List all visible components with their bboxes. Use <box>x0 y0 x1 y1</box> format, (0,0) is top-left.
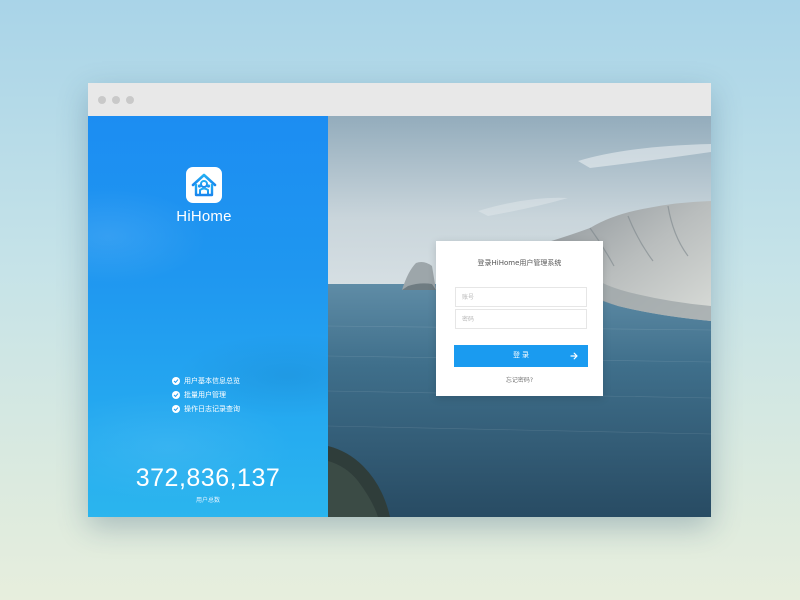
forgot-password-link[interactable]: 忘记密码? <box>436 375 603 384</box>
close-dot[interactable] <box>98 96 106 104</box>
brand-panel: HiHome 用户基本信息总览 批量用户管理 操作日志记录查询 372,836,… <box>88 116 328 517</box>
user-count: 372,836,137 <box>135 464 281 492</box>
window-titlebar <box>88 83 711 116</box>
feature-label: 用户基本信息总览 <box>184 377 240 385</box>
feature-list: 用户基本信息总览 批量用户管理 操作日志记录查询 <box>172 374 240 416</box>
browser-window: HiHome 用户基本信息总览 批量用户管理 操作日志记录查询 372,836,… <box>88 83 711 517</box>
check-circle-icon <box>172 391 180 399</box>
feature-label: 操作日志记录查询 <box>184 405 240 413</box>
brand-name: HiHome <box>176 208 232 225</box>
arrow-right-icon <box>570 352 578 360</box>
feature-item: 批量用户管理 <box>172 388 240 402</box>
minimize-dot[interactable] <box>112 96 120 104</box>
app-logo <box>186 167 222 203</box>
login-button[interactable]: 登 录 <box>454 345 588 367</box>
feature-label: 批量用户管理 <box>184 391 226 399</box>
username-field[interactable] <box>455 287 587 307</box>
user-count-label: 用户总数 <box>195 497 220 504</box>
login-title: 登录HiHome用户管理系统 <box>477 259 562 267</box>
feature-item: 操作日志记录查询 <box>172 402 240 416</box>
feature-item: 用户基本信息总览 <box>172 374 240 388</box>
login-button-label: 登 录 <box>513 352 529 359</box>
login-card: 登录HiHome用户管理系统 登 录 忘记密码? <box>436 241 603 396</box>
check-circle-icon <box>172 377 180 385</box>
maximize-dot[interactable] <box>126 96 134 104</box>
password-field[interactable] <box>455 309 587 329</box>
house-icon <box>191 173 217 197</box>
check-circle-icon <box>172 405 180 413</box>
